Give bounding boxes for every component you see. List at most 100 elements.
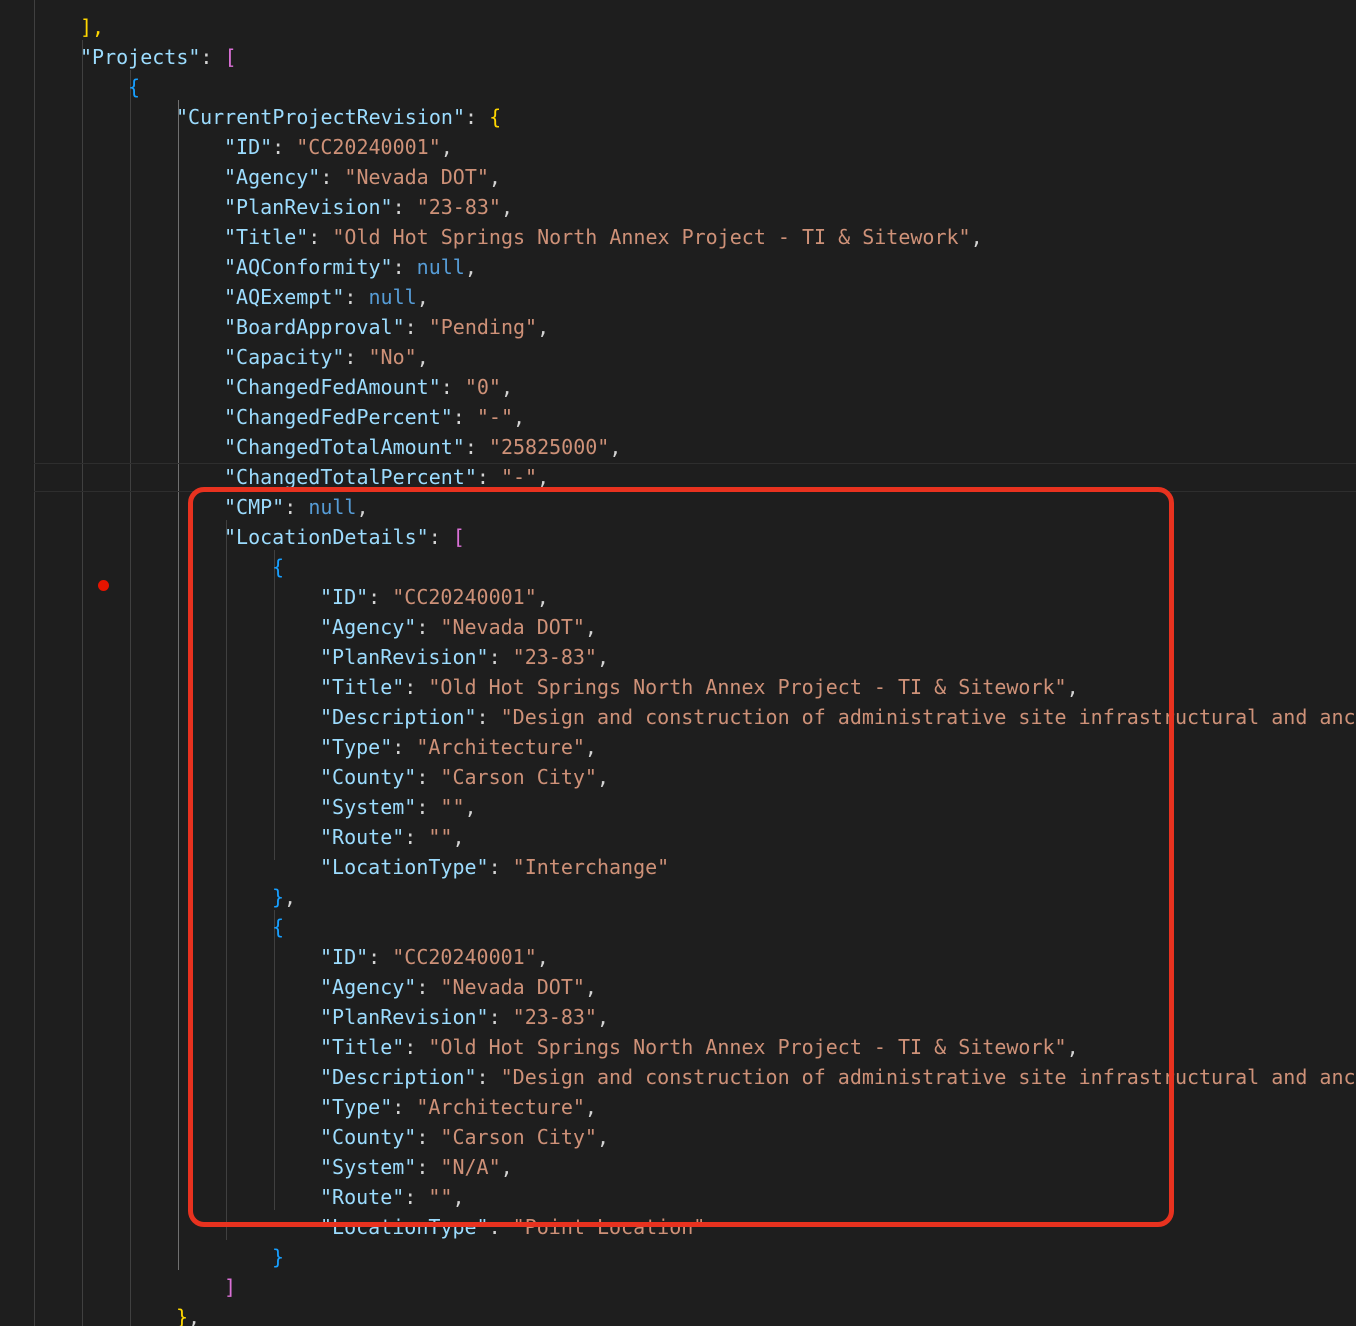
code-token: "LocationDetails" [224,525,429,549]
code-token: [ [452,525,465,549]
code-token: : [404,675,429,699]
code-line[interactable]: "System": "N/A", [0,1152,513,1182]
code-line[interactable]: "Title": "Old Hot Springs North Annex Pr… [0,1032,1079,1062]
code-line[interactable]: "BoardApproval": "Pending", [0,312,549,342]
code-token: : [392,255,417,279]
code-line[interactable]: "Description": "Design and construction … [0,1062,1356,1092]
code-token: , [500,195,514,219]
code-token: "CurrentProjectRevision" [176,105,465,129]
code-line[interactable]: "Type": "Architecture", [0,732,597,762]
code-token: "AQConformity" [224,255,393,279]
code-token: "Architecture" [416,735,585,759]
code-token: null [308,495,357,519]
code-token: "Nevada DOT" [440,975,585,999]
code-line[interactable]: "Agency": "Nevada DOT", [0,612,597,642]
code-token: "Pending" [428,315,538,339]
code-line[interactable]: "PlanRevision": "23-83", [0,192,513,222]
code-line[interactable]: "County": "Carson City", [0,1122,609,1152]
code-token: "Design and construction of administrati… [500,705,1356,729]
code-token: { [272,915,285,939]
code-line[interactable]: "AQExempt": null, [0,282,429,312]
code-line[interactable]: "ChangedTotalAmount": "25825000", [0,432,621,462]
code-token: "Old Hot Springs North Annex Project - T… [428,675,1067,699]
code-line[interactable]: "System": "", [0,792,477,822]
code-token: : [428,525,453,549]
code-line[interactable]: "LocationType": "Point Location" [0,1212,705,1242]
code-line[interactable]: "ChangedFedPercent": "-", [0,402,525,432]
code-line[interactable]: { [0,912,284,942]
code-token: : [488,855,513,879]
code-token: , [596,1005,610,1029]
code-token: , [452,825,465,849]
breakpoint-dot-icon[interactable] [98,580,109,591]
code-token: : [344,285,369,309]
code-token: : [416,1155,441,1179]
code-line[interactable]: "ID": "CC20240001", [0,942,549,972]
code-line[interactable]: "Title": "Old Hot Springs North Annex Pr… [0,672,1079,702]
code-token: "Type" [320,735,393,759]
code-token: : [416,975,441,999]
code-token: , [416,285,429,309]
code-line[interactable]: ] [0,1272,236,1302]
code-line[interactable]: { [0,552,284,582]
code-token: "23-83" [512,645,597,669]
code-token: : [416,765,441,789]
code-line[interactable]: "Title": "Old Hot Springs North Annex Pr… [0,222,983,252]
code-line[interactable]: } [0,1242,284,1272]
code-token: : [368,945,393,969]
code-token: "Title" [320,675,405,699]
code-token: : [404,1185,429,1209]
code-line[interactable]: "PlanRevision": "23-83", [0,1002,609,1032]
code-token: , [970,225,983,249]
code-token: "ID" [320,585,369,609]
code-token: "Title" [320,1035,405,1059]
code-token: "0" [464,375,501,399]
code-token: "ChangedFedAmount" [224,375,441,399]
code-line[interactable]: "Description": "Design and construction … [0,702,1356,732]
code-line[interactable]: "Route": "", [0,1182,465,1212]
code-line[interactable]: "Projects": [ [0,42,237,72]
code-line[interactable]: "CMP": null, [0,492,369,522]
code-line[interactable]: "LocationDetails": [ [0,522,465,552]
code-line[interactable]: }, [0,882,296,912]
code-token: "-" [476,405,513,429]
code-token: "PlanRevision" [224,195,393,219]
code-line[interactable]: "Agency": "Nevada DOT", [0,162,501,192]
code-token: , [584,1095,597,1119]
code-token: "Type" [320,1095,393,1119]
code-line[interactable]: "LocationType": "Interchange" [0,852,669,882]
code-line[interactable]: "ChangedTotalPercent": "-", [0,462,549,492]
code-line[interactable]: "ID": "CC20240001", [0,132,453,162]
code-token: "LocationType" [320,855,489,879]
code-token: , [1066,675,1079,699]
code-token: ], [80,15,105,39]
code-line[interactable]: ], [0,12,104,42]
code-line[interactable]: "Type": "Architecture", [0,1092,597,1122]
code-token: "CC20240001" [392,945,537,969]
code-token: , [537,465,550,489]
code-editor[interactable]: ], "Projects": [{"CurrentProjectRevision"… [0,0,1356,1326]
code-token: , [284,885,297,909]
code-token: : [464,435,489,459]
code-line[interactable]: "AQConformity": null, [0,252,477,282]
code-line[interactable]: "Route": "", [0,822,465,852]
code-line[interactable]: "ChangedFedAmount": "0", [0,372,513,402]
code-token: "Old Hot Springs North Annex Project - T… [428,1035,1067,1059]
code-token: : [404,1035,429,1059]
code-token: "Agency" [320,615,417,639]
code-token: "" [428,1185,453,1209]
code-token: , [500,375,514,399]
code-line[interactable]: "ID": "CC20240001", [0,582,549,612]
code-line[interactable]: { [0,72,140,102]
code-token: [ [224,45,237,69]
code-line[interactable]: "Capacity": "No", [0,342,429,372]
code-line[interactable]: "PlanRevision": "23-83", [0,642,609,672]
code-token: : [392,735,417,759]
code-line[interactable]: "Agency": "Nevada DOT", [0,972,597,1002]
code-token: "Design and construction of administrati… [500,1065,1356,1089]
code-line[interactable]: "County": "Carson City", [0,762,609,792]
code-line[interactable]: "CurrentProjectRevision": { [0,102,501,132]
code-token: : [320,165,345,189]
code-line[interactable]: }, [0,1302,200,1326]
code-token: : [392,1095,417,1119]
